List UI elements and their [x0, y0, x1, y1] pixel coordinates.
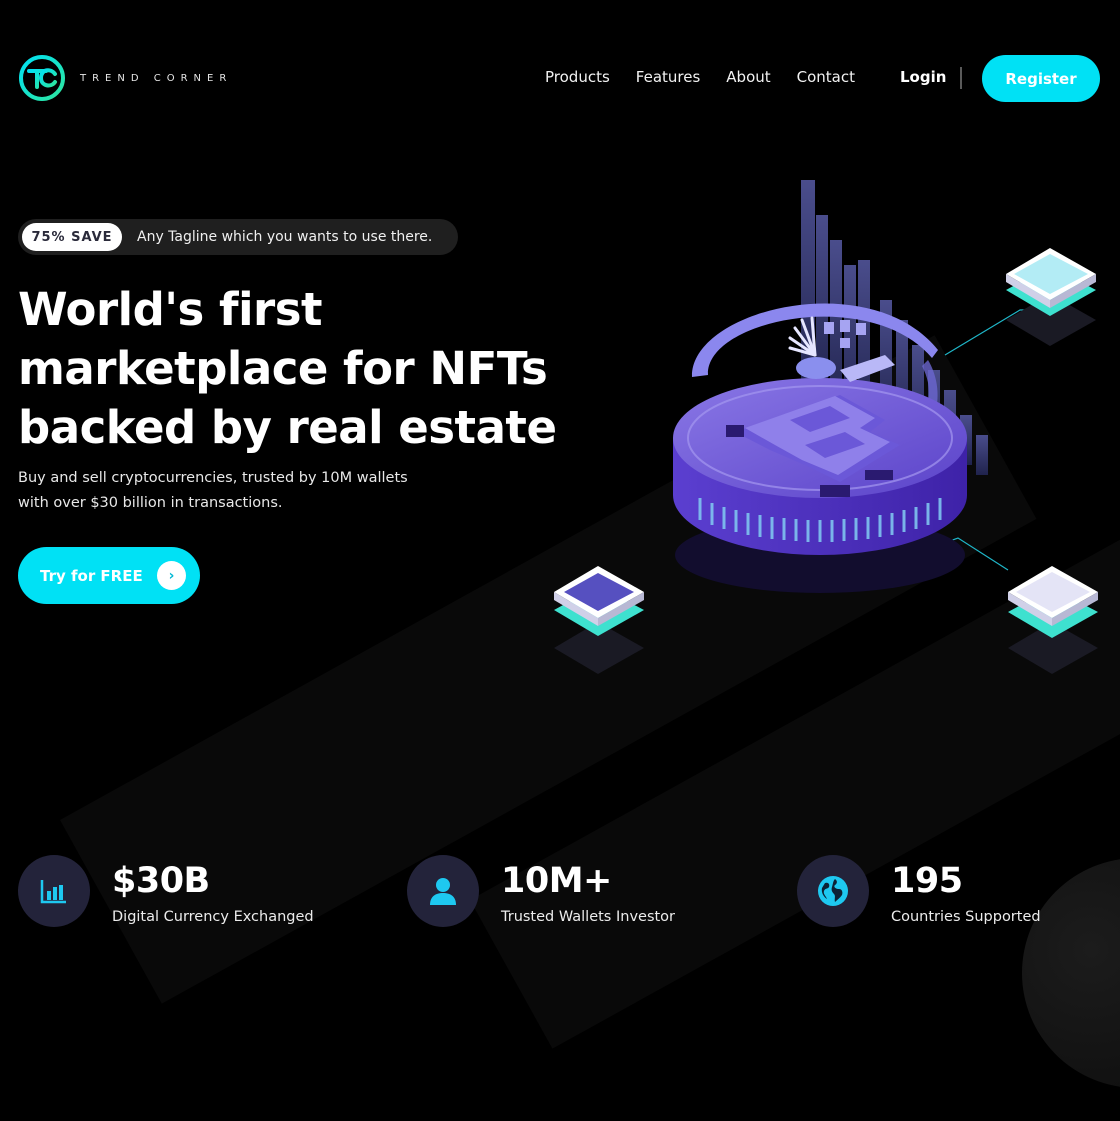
description-line: with over $30 billion in transactions.	[18, 495, 283, 511]
stat-item: $30B Digital Currency Exchanged	[18, 855, 314, 927]
try-free-button[interactable]: Try for FREE ›	[18, 547, 200, 604]
bar-chart-icon	[40, 880, 66, 904]
brand-name: TREND CORNER	[80, 72, 233, 84]
stat-label: Countries Supported	[891, 909, 1041, 925]
headline-line: marketplace for NFTs	[18, 342, 548, 395]
stat-label: Trusted Wallets Investor	[501, 909, 676, 925]
save-badge: 75% SAVE	[22, 223, 122, 251]
chevron-right-icon: ›	[157, 561, 186, 590]
stat-icon-wrapper	[407, 855, 479, 927]
logo-mark-icon	[19, 55, 65, 101]
stat-item: 10M+ Trusted Wallets Investor	[407, 855, 675, 927]
logo[interactable]: TREND CORNER	[18, 54, 232, 102]
register-button[interactable]: Register	[982, 55, 1100, 102]
nav-item-products[interactable]: Products	[545, 68, 610, 86]
main-nav: Products Features About Contact	[545, 68, 881, 86]
globe-icon	[818, 876, 848, 906]
cube-right	[1008, 566, 1098, 674]
bitcoin-coin-icon	[554, 180, 1098, 674]
try-free-label: Try for FREE	[40, 566, 143, 585]
stat-icon-wrapper	[18, 855, 90, 927]
stat-value: 10M+	[501, 861, 612, 901]
tagline-text: Any Tagline which you wants to use there…	[137, 229, 433, 245]
page-title: World's first marketplace for NFTs backe…	[18, 280, 578, 457]
stat-icon-wrapper	[797, 855, 869, 927]
nav-item-contact[interactable]: Contact	[797, 68, 855, 86]
stat-label: Digital Currency Exchanged	[112, 909, 314, 925]
nav-item-about[interactable]: About	[726, 68, 770, 86]
login-link[interactable]: Login	[900, 68, 946, 86]
headline-line: World's first	[18, 283, 323, 336]
nav-item-features[interactable]: Features	[636, 68, 701, 86]
stat-item: 195 Countries Supported	[797, 855, 1041, 927]
headline-line: backed by real estate	[18, 401, 557, 454]
tagline-pill: 75% SAVE Any Tagline which you wants to …	[18, 219, 458, 255]
cube-left	[554, 566, 644, 674]
user-icon	[430, 878, 456, 905]
hero-description: Buy and sell cryptocurrencies, trusted b…	[18, 466, 438, 516]
description-line: Buy and sell cryptocurrencies, trusted b…	[18, 470, 408, 486]
stat-value: $30B	[112, 861, 210, 901]
stat-value: 195	[891, 861, 963, 901]
cube-top-right	[1006, 248, 1096, 346]
landing-page: TREND CORNER Products Features About Con…	[0, 0, 1120, 1121]
nav-divider	[960, 67, 962, 89]
